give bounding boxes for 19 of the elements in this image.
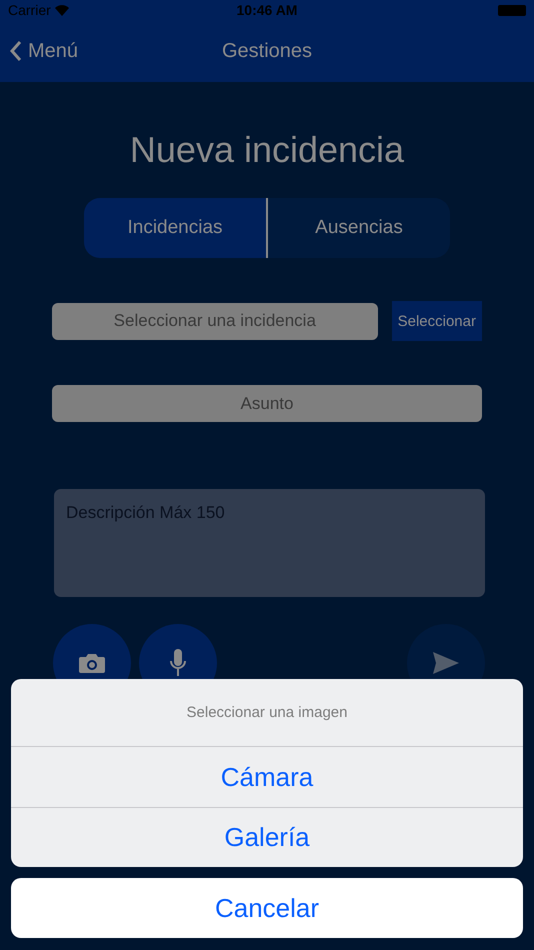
- back-button[interactable]: Menú: [10, 40, 78, 62]
- microphone-icon: [169, 649, 187, 677]
- incident-field[interactable]: Seleccionar una incidencia: [52, 302, 378, 340]
- select-button[interactable]: Seleccionar: [392, 301, 482, 341]
- cancel-button[interactable]: Cancelar: [11, 878, 523, 938]
- sheet-option[interactable]: Cámara: [11, 747, 523, 807]
- nav-title: Gestiones: [222, 40, 312, 62]
- battery-icon: [498, 4, 526, 16]
- send-icon: [433, 652, 459, 674]
- chevron-icon: [10, 40, 22, 62]
- camera-icon: [79, 653, 105, 673]
- sheet-option[interactable]: Galería: [11, 807, 523, 867]
- subject-field[interactable]: Asunto: [52, 385, 482, 422]
- carrier-label: Carrier: [8, 2, 51, 18]
- sheet-title: Seleccionar una imagen: [11, 679, 523, 747]
- status-time: 10:46 AM: [236, 2, 298, 18]
- wifi-icon: [54, 4, 69, 16]
- segment-tab[interactable]: Incidencias: [84, 198, 266, 258]
- page-heading: Nueva incidencia: [128, 130, 406, 170]
